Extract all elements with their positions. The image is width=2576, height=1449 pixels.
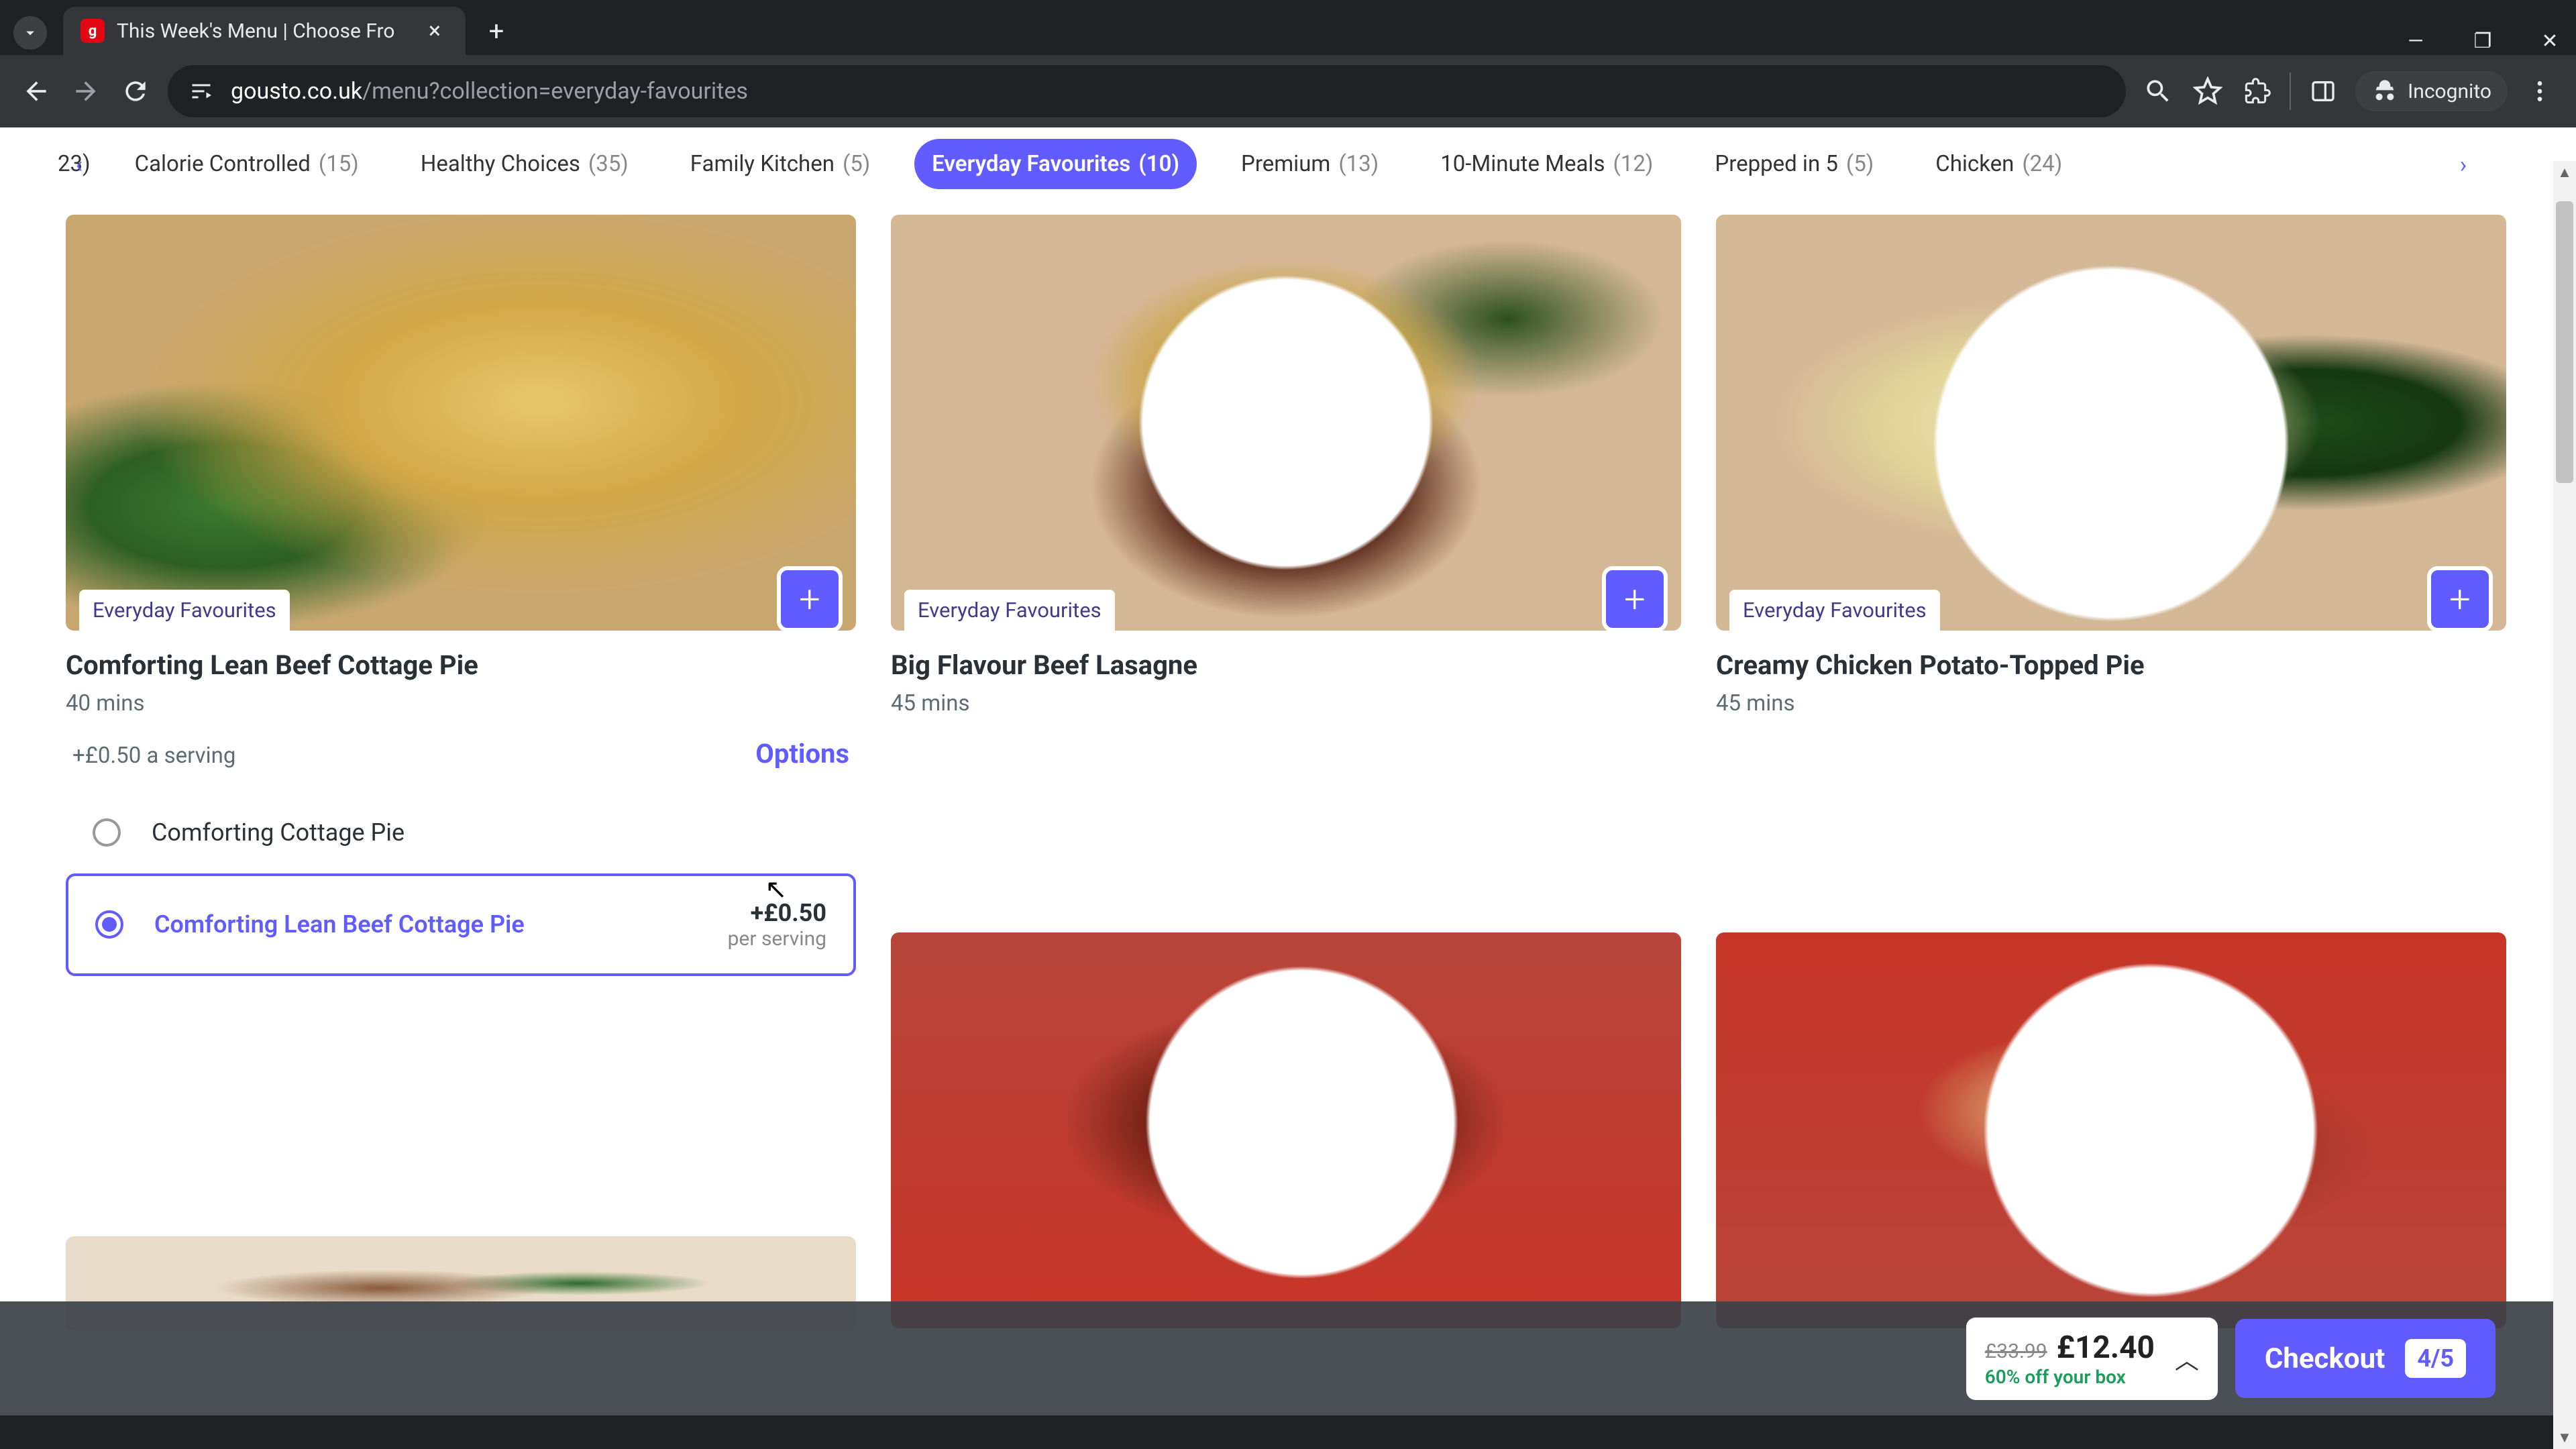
url-text: gousto.co.uk/menu?collection=everyday-fa… [231, 78, 748, 105]
browser-toolbar: gousto.co.uk/menu?collection=everyday-fa… [0, 55, 2576, 127]
category-chicken[interactable]: Chicken(24) [1918, 139, 2080, 189]
price-discounted: £12.40 [2057, 1330, 2155, 1366]
recipe-card[interactable] [891, 932, 1681, 1328]
tab-title: This Week's Menu | Choose Fro [117, 19, 409, 43]
options-price-note: +£0.50 a serving [72, 743, 235, 769]
category-scroll-left[interactable]: ‹ [64, 150, 94, 180]
category-family-kitchen[interactable]: Family Kitchen(5) [673, 139, 888, 189]
recipe-card[interactable]: Everyday Favourites + Creamy Chicken Pot… [1716, 215, 2506, 716]
back-button[interactable] [19, 74, 54, 109]
recipe-card[interactable]: Everyday Favourites + Big Flavour Beef L… [891, 215, 1681, 716]
option-price: +£0.50 per serving [728, 899, 826, 951]
recipe-category-tag: Everyday Favourites [1729, 590, 1940, 631]
site-settings-icon[interactable] [188, 78, 215, 105]
option-unselected[interactable]: Comforting Cottage Pie [66, 798, 856, 868]
radio-icon [93, 818, 121, 847]
radio-icon [95, 910, 123, 938]
add-recipe-button[interactable]: + [2427, 566, 2493, 631]
category-scroll-right[interactable]: › [2449, 150, 2478, 180]
option-selected[interactable]: Comforting Lean Beef Cottage Pie +£0.50 … [66, 873, 856, 976]
recipe-card[interactable] [1716, 932, 2506, 1328]
browser-tab-strip: g This Week's Menu | Choose Fro × + — ❐ … [0, 0, 2576, 55]
recipe-card[interactable]: Everyday Favourites + Comforting Lean Be… [66, 215, 856, 716]
recipe-title: Creamy Chicken Potato-Topped Pie [1716, 649, 2506, 681]
discount-label: 60% off your box [1985, 1366, 2155, 1388]
price-original: £33.99 [1985, 1340, 2047, 1363]
scroll-up-icon[interactable]: ▲ [2553, 161, 2576, 184]
incognito-badge[interactable]: Incognito [2355, 71, 2508, 111]
recipe-image: Everyday Favourites + [891, 215, 1681, 631]
category-premium[interactable]: Premium(13) [1224, 139, 1396, 189]
bookmark-icon[interactable] [2190, 74, 2225, 109]
new-tab-button[interactable]: + [476, 11, 517, 51]
recipe-time: 40 mins [66, 690, 856, 716]
incognito-label: Incognito [2408, 80, 2491, 103]
price-summary[interactable]: £33.99 £12.40 60% off your box ︿ [1966, 1318, 2218, 1400]
recipe-image [891, 932, 1681, 1328]
option-label: Comforting Lean Beef Cottage Pie [154, 908, 697, 941]
page-content: ‹ 23) Calorie Controlled(15) Healthy Cho… [0, 127, 2576, 1415]
category-prepped-in-5[interactable]: Prepped in 5(5) [1697, 139, 1891, 189]
category-everyday-favourites[interactable]: Everyday Favourites(10) [914, 139, 1197, 189]
recipe-grid: Everyday Favourites + Comforting Lean Be… [0, 201, 2576, 716]
checkout-button[interactable]: Checkout 4/5 [2235, 1319, 2496, 1398]
favicon-icon: g [80, 19, 105, 43]
minimize-button[interactable]: — [2399, 30, 2432, 53]
incognito-icon [2371, 78, 2398, 105]
menu-icon[interactable] [2522, 74, 2557, 109]
scroll-thumb[interactable] [2556, 201, 2573, 483]
tab-close-button[interactable]: × [421, 17, 448, 44]
recipe-image [1716, 932, 2506, 1328]
extensions-icon[interactable] [2240, 74, 2275, 109]
options-heading[interactable]: Options [755, 738, 849, 769]
option-label: Comforting Cottage Pie [152, 816, 829, 849]
side-panel-icon[interactable] [2306, 74, 2341, 109]
category-10-minute-meals[interactable]: 10-Minute Meals(12) [1423, 139, 1670, 189]
recipe-image: Everyday Favourites + [66, 215, 856, 631]
category-bar: ‹ 23) Calorie Controlled(15) Healthy Cho… [0, 127, 2576, 201]
toolbar-divider [2290, 72, 2291, 110]
recipe-title: Big Flavour Beef Lasagne [891, 649, 1681, 681]
recipe-category-tag: Everyday Favourites [79, 590, 290, 631]
reload-button[interactable] [118, 74, 153, 109]
recipe-time: 45 mins [891, 690, 1681, 716]
category-healthy-choices[interactable]: Healthy Choices(35) [403, 139, 646, 189]
checkout-label: Checkout [2265, 1342, 2385, 1375]
chevron-up-icon: ︿ [2175, 1341, 2199, 1376]
add-recipe-button[interactable]: + [1602, 566, 1668, 631]
close-window-button[interactable]: ✕ [2533, 30, 2567, 53]
radio-dot-icon [102, 917, 117, 932]
browser-tab-active[interactable]: g This Week's Menu | Choose Fro × [63, 7, 466, 55]
recipe-time: 45 mins [1716, 690, 2506, 716]
recipe-title: Comforting Lean Beef Cottage Pie [66, 649, 856, 681]
window-controls: — ❐ ✕ [2399, 30, 2567, 53]
checkout-footer: £33.99 £12.40 60% off your box ︿ Checkou… [0, 1301, 2576, 1415]
category-calorie-controlled[interactable]: Calorie Controlled(15) [117, 139, 376, 189]
checkout-count: 4/5 [2405, 1339, 2466, 1378]
options-popover: +£0.50 a serving Options Comforting Cott… [66, 719, 856, 995]
scrollbar[interactable]: ▲ ▼ [2553, 161, 2576, 1449]
address-bar[interactable]: gousto.co.uk/menu?collection=everyday-fa… [168, 65, 2126, 117]
recipe-image: Everyday Favourites + [1716, 215, 2506, 631]
forward-button[interactable] [68, 74, 103, 109]
maximize-button[interactable]: ❐ [2466, 30, 2500, 53]
tab-search-dropdown[interactable] [13, 16, 47, 50]
add-recipe-button[interactable]: + [777, 566, 843, 631]
recipe-category-tag: Everyday Favourites [904, 590, 1115, 631]
scroll-down-icon[interactable]: ▼ [2553, 1426, 2576, 1449]
search-icon[interactable] [2141, 74, 2176, 109]
